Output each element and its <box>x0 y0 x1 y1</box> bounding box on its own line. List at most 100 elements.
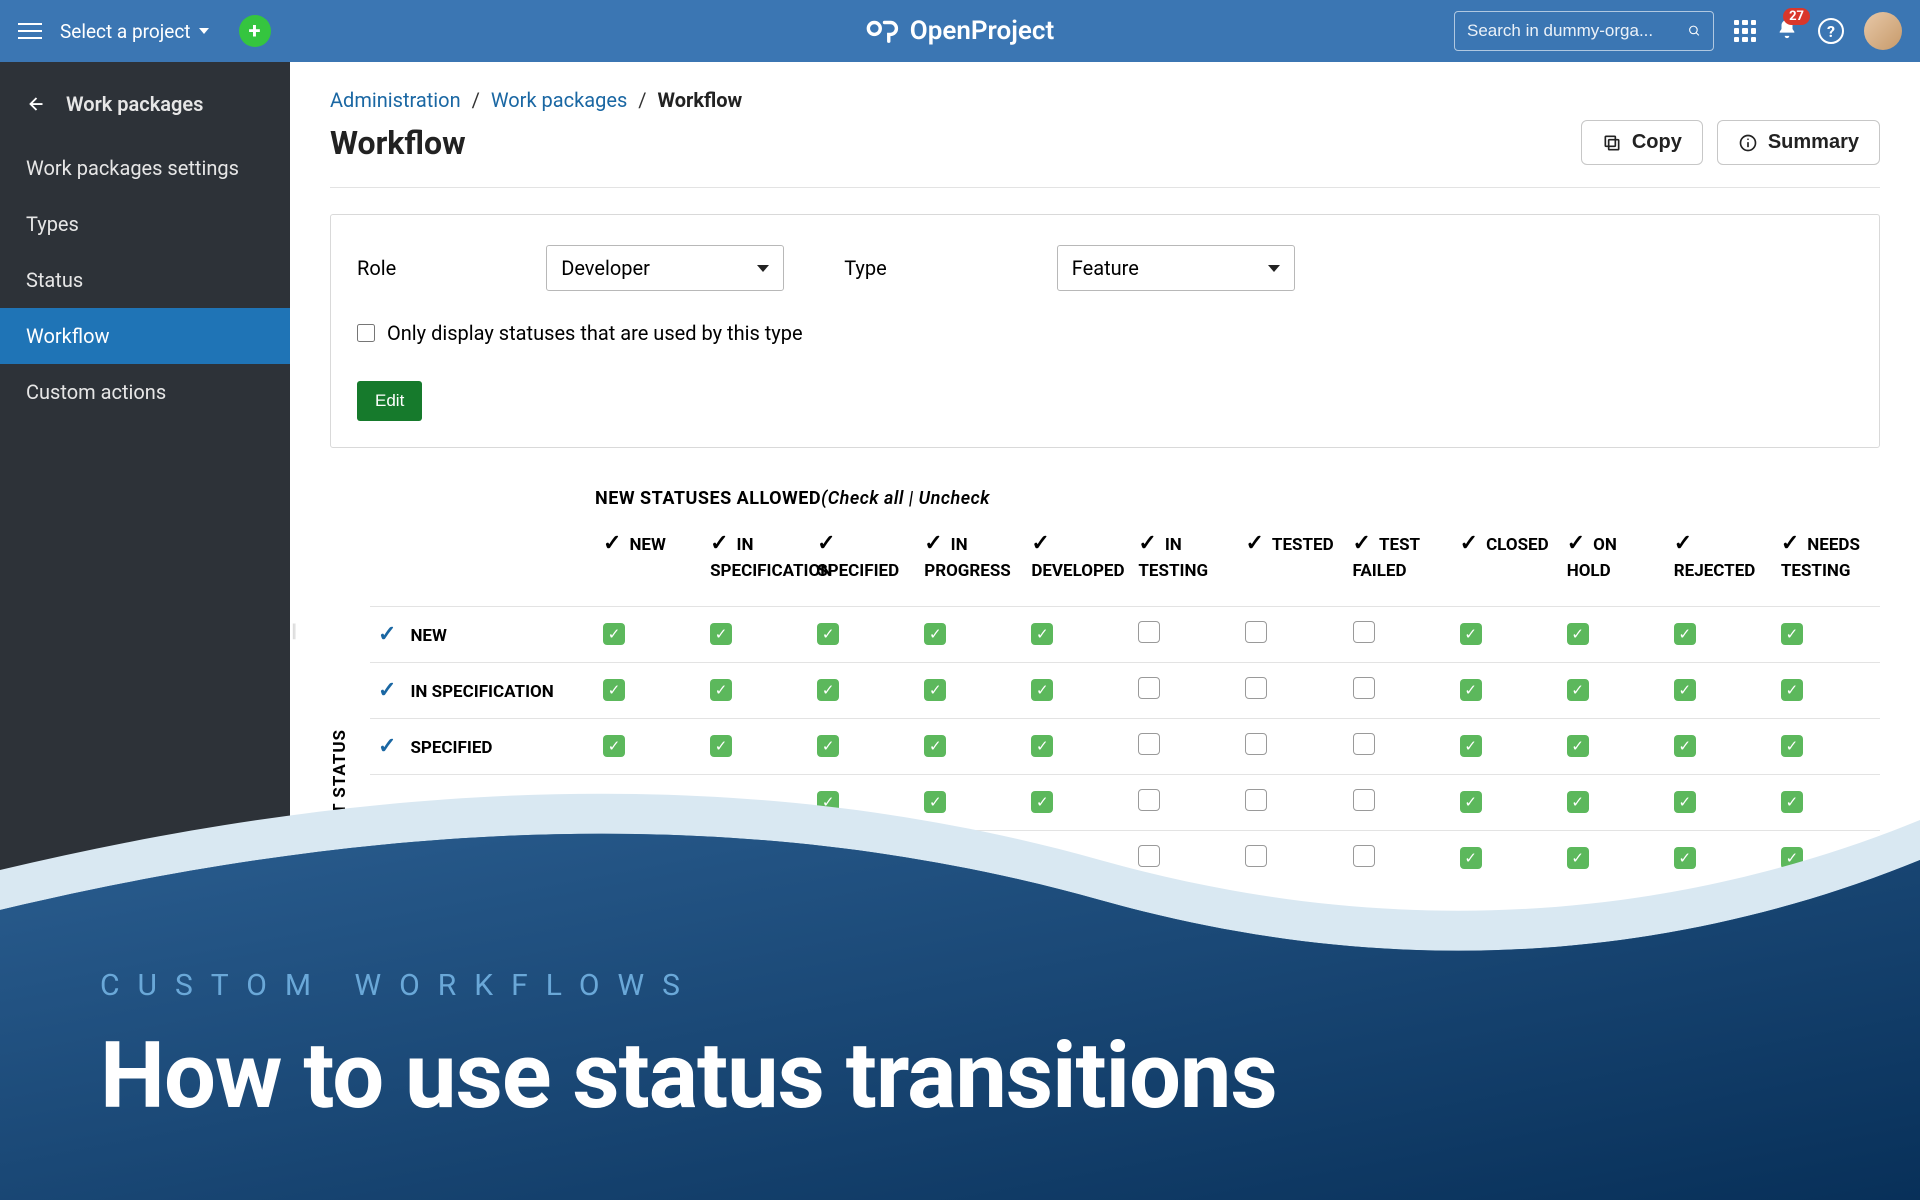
status-cell[interactable]: ✓ <box>702 662 809 718</box>
status-cell[interactable] <box>595 830 702 886</box>
status-cell[interactable] <box>595 774 702 830</box>
col-in-progress[interactable]: ✓IN PROGRESS <box>916 529 1023 606</box>
status-cell[interactable]: ✓ <box>1023 830 1130 886</box>
status-cell[interactable]: ✓ <box>1559 718 1666 774</box>
status-cell[interactable]: ✓ <box>809 606 916 662</box>
status-cell[interactable]: ✓ <box>702 606 809 662</box>
col-test-failed[interactable]: ✓TEST FAILED <box>1345 529 1452 606</box>
status-cell[interactable] <box>1130 718 1237 774</box>
status-cell[interactable] <box>1345 662 1452 718</box>
status-cell[interactable]: ✓ <box>1773 606 1880 662</box>
status-cell[interactable]: ✓ <box>1023 774 1130 830</box>
status-cell[interactable]: ✓ <box>1452 830 1559 886</box>
status-cell[interactable]: ✓ <box>1666 606 1773 662</box>
user-avatar[interactable] <box>1864 12 1902 50</box>
row-header[interactable] <box>370 774 595 830</box>
status-cell[interactable] <box>1237 718 1344 774</box>
col-closed[interactable]: ✓CLOSED <box>1452 529 1559 606</box>
status-cell[interactable]: ✓ <box>916 662 1023 718</box>
copy-button[interactable]: Copy <box>1581 120 1703 165</box>
col-needs-testing[interactable]: ✓NEEDS TESTING <box>1773 529 1880 606</box>
status-cell[interactable]: ✓ <box>1452 606 1559 662</box>
col-on-hold[interactable]: ✓ON HOLD <box>1559 529 1666 606</box>
status-cell[interactable] <box>916 830 1023 886</box>
status-cell[interactable]: ✓ <box>595 606 702 662</box>
row-header[interactable]: ✓IN SPECIFICATION <box>370 662 595 718</box>
status-cell[interactable]: ✓ <box>1452 662 1559 718</box>
status-cell[interactable]: ✓ <box>1773 662 1880 718</box>
status-cell[interactable] <box>1130 606 1237 662</box>
col-rejected[interactable]: ✓REJECTED <box>1666 529 1773 606</box>
row-header[interactable] <box>370 830 595 886</box>
status-cell[interactable]: ✓ <box>1773 830 1880 886</box>
col-in-specification[interactable]: ✓IN SPECIFICATION <box>702 529 809 606</box>
status-cell[interactable]: ✓ <box>702 718 809 774</box>
status-cell[interactable] <box>1237 774 1344 830</box>
help-icon[interactable]: ? <box>1818 18 1844 44</box>
sidebar-item-status[interactable]: Status <box>0 252 290 308</box>
status-cell[interactable]: ✓ <box>809 774 916 830</box>
status-cell[interactable] <box>809 830 916 886</box>
status-cell[interactable]: ✓ <box>1559 774 1666 830</box>
status-cell[interactable]: ✓ <box>1559 662 1666 718</box>
sidebar-item-workflow[interactable]: Workflow <box>0 308 290 364</box>
sidebar-item-types[interactable]: Types <box>0 196 290 252</box>
status-cell[interactable] <box>1345 606 1452 662</box>
col-new[interactable]: ✓NEW <box>595 529 702 606</box>
status-cell[interactable] <box>1237 830 1344 886</box>
hamburger-menu-icon[interactable] <box>18 19 42 43</box>
status-cell[interactable]: ✓ <box>1023 718 1130 774</box>
row-header[interactable]: ✓SPECIFIED <box>370 718 595 774</box>
status-cell[interactable]: ✓ <box>595 662 702 718</box>
status-cell[interactable]: ✓ <box>1666 718 1773 774</box>
col-developed[interactable]: ✓DEVELOPED <box>1023 529 1130 606</box>
crumb-work-packages[interactable]: Work packages <box>491 88 627 112</box>
status-cell[interactable] <box>702 774 809 830</box>
status-cell[interactable]: ✓ <box>595 718 702 774</box>
edit-button[interactable]: Edit <box>357 381 422 421</box>
status-cell[interactable]: ✓ <box>1023 606 1130 662</box>
col-tested[interactable]: ✓TESTED <box>1237 529 1344 606</box>
status-cell[interactable] <box>1237 662 1344 718</box>
summary-button[interactable]: Summary <box>1717 120 1880 165</box>
status-cell[interactable]: ✓ <box>1559 830 1666 886</box>
status-cell[interactable]: ✓ <box>1023 662 1130 718</box>
status-cell[interactable]: ✓ <box>916 774 1023 830</box>
status-cell[interactable] <box>1130 830 1237 886</box>
status-cell[interactable] <box>1130 774 1237 830</box>
status-cell[interactable] <box>1237 606 1344 662</box>
global-search[interactable] <box>1454 11 1714 51</box>
status-cell[interactable]: ✓ <box>1773 774 1880 830</box>
role-select[interactable]: Developer <box>546 245 784 291</box>
status-cell[interactable] <box>1345 830 1452 886</box>
col-specified[interactable]: ✓SPECIFIED <box>809 529 916 606</box>
type-select[interactable]: Feature <box>1057 245 1295 291</box>
search-input[interactable] <box>1467 21 1688 41</box>
sidebar-item-work-packages-settings[interactable]: Work packages settings <box>0 140 290 196</box>
only-display-checkbox[interactable] <box>357 324 375 342</box>
new-button[interactable]: + <box>239 15 271 47</box>
sidebar-resize-handle[interactable]: || <box>291 621 294 642</box>
sidebar-item-custom-actions[interactable]: Custom actions <box>0 364 290 420</box>
status-cell[interactable]: ✓ <box>1666 662 1773 718</box>
status-cell[interactable]: ✓ <box>1452 718 1559 774</box>
status-cell[interactable]: ✓ <box>1559 606 1666 662</box>
apps-grid-icon[interactable] <box>1734 20 1756 42</box>
status-cell[interactable]: ✓ <box>916 718 1023 774</box>
notifications-button[interactable]: 27 <box>1776 18 1798 44</box>
col-in-testing[interactable]: ✓IN TESTING <box>1130 529 1237 606</box>
status-cell[interactable]: ✓ <box>1773 718 1880 774</box>
row-header[interactable]: ✓NEW <box>370 606 595 662</box>
status-cell[interactable]: ✓ <box>809 718 916 774</box>
project-selector[interactable]: Select a project <box>60 20 209 43</box>
status-cell[interactable] <box>1130 662 1237 718</box>
status-cell[interactable] <box>1345 718 1452 774</box>
status-cell[interactable]: ✓ <box>1666 774 1773 830</box>
status-cell[interactable]: ✓ <box>1666 830 1773 886</box>
sidebar-back[interactable]: Work packages <box>0 62 290 140</box>
crumb-administration[interactable]: Administration <box>330 88 461 112</box>
status-cell[interactable]: ✓ <box>809 662 916 718</box>
status-cell[interactable]: ✓ <box>1452 774 1559 830</box>
status-cell[interactable] <box>1345 774 1452 830</box>
status-cell[interactable] <box>702 830 809 886</box>
